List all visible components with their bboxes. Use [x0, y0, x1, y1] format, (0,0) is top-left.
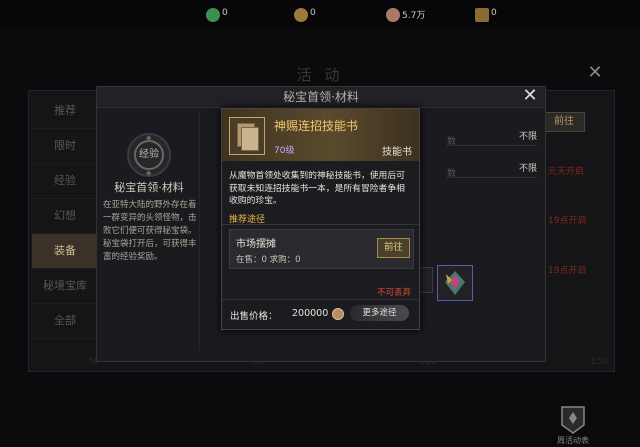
item-level: 70级	[274, 146, 295, 156]
route-market-stall: 市场摆摊 在售：0 求购：0 前往	[229, 229, 414, 269]
route-stats: 在售：0 求购：0	[236, 255, 301, 265]
divider	[222, 224, 419, 225]
schedule-label: 19点开启	[548, 266, 587, 276]
resource-crest: 0	[475, 6, 497, 22]
info-row: 数 不限	[447, 161, 537, 179]
close-icon[interactable]: ✕	[521, 87, 539, 107]
row-label: 数	[447, 137, 457, 147]
go-button[interactable]: 前往	[543, 112, 585, 132]
route-name: 市场摆摊	[236, 239, 276, 250]
sell-price-value: 200000	[292, 308, 329, 319]
activity-window-title: 活 动	[296, 66, 344, 84]
footer-value: 150	[590, 357, 608, 367]
gold-coin-icon	[294, 8, 308, 22]
crystal-wing-icon	[445, 271, 465, 295]
divider	[222, 299, 419, 300]
silver-coin-icon	[386, 8, 400, 22]
reward-slot[interactable]	[437, 265, 473, 301]
resource-value: 5.7万	[402, 11, 426, 21]
cannot-discard-label: 不可丢弃	[376, 288, 411, 298]
close-icon[interactable]: ✕	[586, 64, 604, 82]
sell-price-label: 出售价格：	[230, 311, 278, 322]
weekly-schedule-icon[interactable]	[559, 405, 587, 435]
item-name: 神赐连招技能书	[274, 119, 359, 133]
tab-recommended[interactable]: 推荐	[32, 94, 98, 129]
tab-all[interactable]: 全部	[32, 304, 98, 339]
resource-value: 0	[491, 8, 497, 18]
tab-fantasy[interactable]: 幻想	[32, 199, 98, 234]
row-value: 不限	[518, 132, 537, 142]
resource-gold-coin: 0	[294, 6, 316, 22]
more-routes-button[interactable]: 更多途径	[350, 305, 409, 321]
activity-description: 在亚特大陆的野外存在着一群变异的头领怪物，击败它们便可获得秘宝袋。秘宝袋打开后，…	[103, 200, 197, 262]
item-description: 从魔物首领处收集到的神秘技能书，使用后可获取未知连招技能书一本，是所有冒险者争相…	[229, 171, 405, 206]
resource-value: 0	[222, 8, 228, 18]
weekly-schedule-label: 周活动表	[557, 436, 589, 445]
crest-icon	[475, 8, 489, 22]
dialog-title: 秘宝首领·材料	[97, 87, 545, 108]
green-gem-icon	[206, 8, 220, 22]
activity-name: 秘宝首领·材料	[114, 181, 184, 194]
schedule-label: 元天开启	[548, 167, 585, 177]
resource-value: 0	[310, 8, 316, 18]
route-go-button[interactable]: 前往	[377, 238, 410, 258]
activity-tab-list: 推荐 限时 经验 幻想 装备 秘境宝库 全部	[32, 94, 98, 339]
row-value: 不限	[518, 164, 537, 174]
resource-silver-coin: 5.7万	[386, 6, 425, 22]
resource-green-gem: 0	[206, 6, 228, 22]
skill-book-icon	[229, 117, 265, 155]
resource-bar	[0, 0, 640, 28]
tab-equipment[interactable]: 装备	[32, 234, 98, 269]
divider	[199, 111, 200, 351]
experience-badge-icon: ◆ 经验 ◆	[127, 133, 171, 177]
info-row: 数 不限	[447, 129, 537, 147]
schedule-label: 19点开启	[548, 216, 587, 226]
item-tooltip: 神赐连招技能书 70级 技能书 从魔物首领处收集到的神秘技能书，使用后可获取未知…	[221, 108, 420, 330]
row-label: 数	[447, 169, 457, 179]
coin-icon	[332, 308, 344, 320]
tab-secret-treasury[interactable]: 秘境宝库	[32, 269, 98, 304]
tab-experience[interactable]: 经验	[32, 164, 98, 199]
tab-limited[interactable]: 限时	[32, 129, 98, 164]
badge-label: 经验	[134, 140, 164, 170]
item-type: 技能书	[382, 147, 412, 158]
